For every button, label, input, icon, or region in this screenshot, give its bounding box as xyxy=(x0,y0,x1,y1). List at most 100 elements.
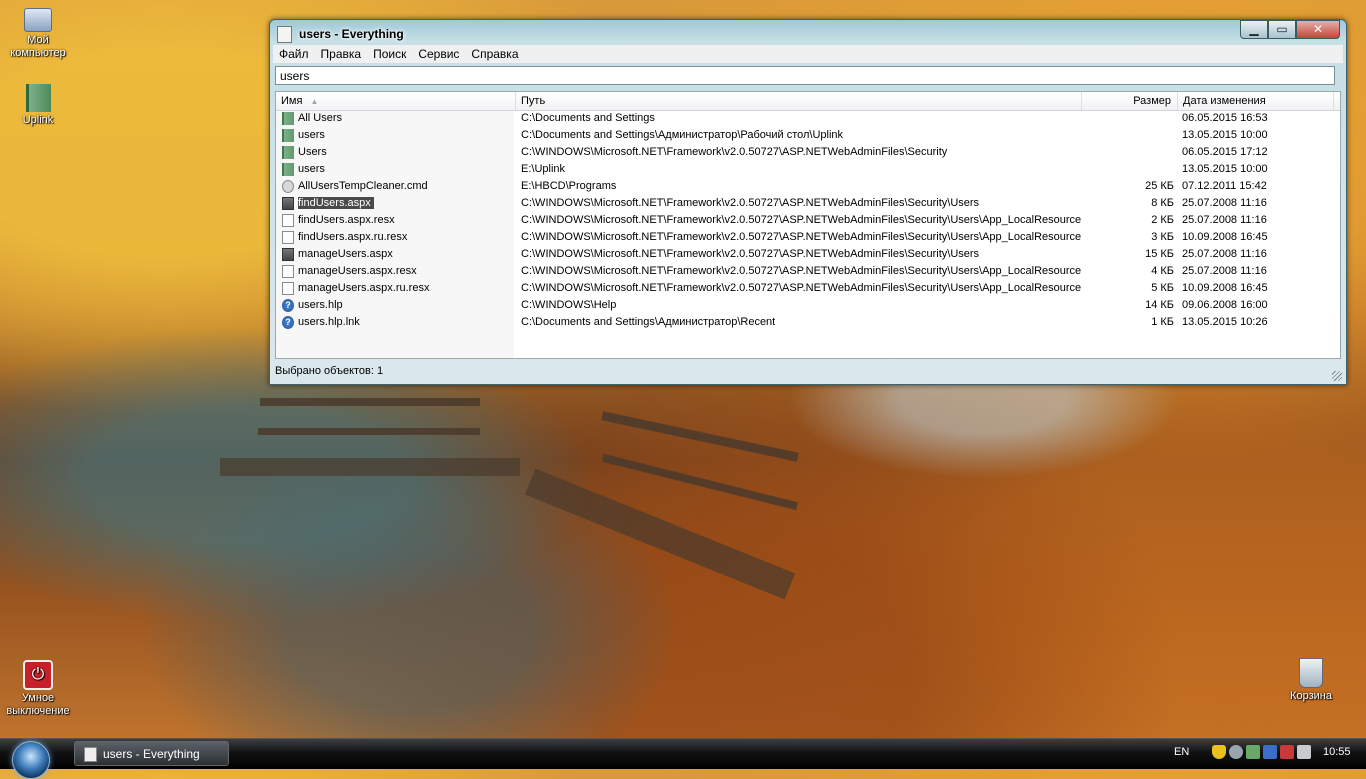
desktop-icon-my-computer[interactable]: Мой компьютер xyxy=(0,4,76,60)
cell-size-text: 25 КБ xyxy=(1145,180,1174,192)
cell-size xyxy=(1084,110,1174,127)
cell-date-text: 06.05.2015 17:12 xyxy=(1182,146,1268,158)
maximize-button[interactable]: ▭ xyxy=(1268,20,1296,39)
cell-date: 06.05.2015 16:53 xyxy=(1182,110,1332,127)
menu-file[interactable]: Файл xyxy=(273,45,315,63)
cell-date-text: 13.05.2015 10:26 xyxy=(1182,316,1268,328)
cell-size: 5 КБ xyxy=(1084,280,1174,297)
taskbar-button-everything[interactable]: users - Everything xyxy=(74,741,229,766)
cell-name-text: users.hlp xyxy=(298,299,343,311)
cell-size-text: 14 КБ xyxy=(1145,299,1174,311)
cell-size-text: 8 КБ xyxy=(1151,197,1174,209)
network-icon[interactable] xyxy=(1246,745,1260,759)
menu-help[interactable]: Справка xyxy=(465,45,524,63)
table-row[interactable]: manageUsers.aspx C:\WINDOWS\Microsoft.NET… xyxy=(276,246,1340,263)
gear-file-icon xyxy=(282,180,294,193)
document-icon xyxy=(282,231,294,244)
cell-name-text: findUsers.aspx xyxy=(298,197,374,209)
cell-path-text: E:\HBCD\Programs xyxy=(521,180,617,192)
column-header-date[interactable]: Дата изменения xyxy=(1178,92,1334,110)
resize-grip-icon[interactable] xyxy=(1332,371,1342,381)
cell-date: 06.05.2015 17:12 xyxy=(1182,144,1332,161)
menu-tools[interactable]: Сервис xyxy=(412,45,465,63)
folder-icon xyxy=(282,146,294,159)
cell-path: C:\WINDOWS\Microsoft.NET\Framework\v2.0.… xyxy=(521,229,1081,246)
desktop-icon-label: Корзина xyxy=(1290,690,1332,702)
cell-name: findUsers.aspx.ru.resx xyxy=(298,229,514,246)
cell-name: AllUsersTempCleaner.cmd xyxy=(298,178,514,195)
cell-size: 1 КБ xyxy=(1084,314,1174,331)
cell-name: findUsers.aspx xyxy=(298,195,514,212)
cell-path: C:\WINDOWS\Microsoft.NET\Framework\v2.0.… xyxy=(521,246,1081,263)
cell-size-text: 5 КБ xyxy=(1151,282,1174,294)
column-header-name[interactable]: Имя ▲ xyxy=(276,92,516,110)
security-shield-icon[interactable] xyxy=(1212,745,1226,759)
column-header-size[interactable]: Размер xyxy=(1082,92,1178,110)
table-row[interactable]: manageUsers.aspx.resx C:\WINDOWS\Microsof… xyxy=(276,263,1340,280)
cell-name-text: Users xyxy=(298,146,327,158)
table-row[interactable]: findUsers.aspx C:\WINDOWS\Microsoft.NET\F… xyxy=(276,195,1340,212)
cell-name: manageUsers.aspx xyxy=(298,246,514,263)
cell-date-text: 06.05.2015 16:53 xyxy=(1182,112,1268,124)
desktop-icon-label: Умное выключение xyxy=(6,692,70,717)
cell-name-text: users xyxy=(298,129,325,141)
cell-path-text: C:\WINDOWS\Microsoft.NET\Framework\v2.0.… xyxy=(521,146,948,158)
cell-date-text: 25.07.2008 11:16 xyxy=(1182,197,1267,209)
search-input[interactable]: users xyxy=(275,66,1335,85)
column-header-path[interactable]: Путь xyxy=(516,92,1082,110)
menu-search[interactable]: Поиск xyxy=(367,45,412,63)
cell-path: C:\WINDOWS\Microsoft.NET\Framework\v2.0.… xyxy=(521,263,1081,280)
table-row[interactable]: users E:\Uplink 13.05.2015 10:00 xyxy=(276,161,1340,178)
close-button[interactable]: ✕ xyxy=(1296,20,1340,39)
settings-icon[interactable] xyxy=(1229,745,1243,759)
app-icon xyxy=(277,26,292,43)
desktop-icon-uplink[interactable]: Uplink xyxy=(0,84,76,127)
table-row[interactable]: ? users.hlp.lnk C:\Documents and Settings\… xyxy=(276,314,1340,331)
start-button[interactable] xyxy=(12,741,50,779)
results-list[interactable]: Имя ▲ Путь Размер Дата изменения All User… xyxy=(275,91,1341,359)
everything-window[interactable]: users - Everything ▁ ▭ ✕ Файл Правка Пои… xyxy=(269,19,1347,385)
folder-icon xyxy=(282,112,294,125)
desktop-icon-label: Мой компьютер xyxy=(10,34,66,59)
table-row[interactable]: users C:\Documents and Settings\Администр… xyxy=(276,127,1340,144)
column-header-date-label: Дата изменения xyxy=(1183,95,1266,107)
cell-path: E:\HBCD\Programs xyxy=(521,178,1081,195)
wallpaper-bridge-deck xyxy=(524,468,796,600)
minimize-button[interactable]: ▁ xyxy=(1240,20,1268,39)
desktop-icon-smart-shutdown[interactable]: ⏻ Умное выключение xyxy=(0,660,76,718)
table-row[interactable]: findUsers.aspx.resx C:\WINDOWS\Microsoft.… xyxy=(276,212,1340,229)
table-row[interactable]: All Users C:\Documents and Settings 06.05.… xyxy=(276,110,1340,127)
display-icon[interactable] xyxy=(1263,745,1277,759)
computer-icon xyxy=(24,8,52,32)
language-indicator[interactable]: EN xyxy=(1174,746,1189,758)
cell-date-text: 07.12.2011 15:42 xyxy=(1182,180,1267,192)
cell-path: E:\Uplink xyxy=(521,161,1081,178)
volume-icon[interactable] xyxy=(1297,745,1311,759)
alert-icon[interactable] xyxy=(1280,745,1294,759)
menu-edit[interactable]: Правка xyxy=(315,45,368,63)
folder-icon xyxy=(25,84,51,112)
system-tray xyxy=(1212,745,1311,759)
cell-name: Users xyxy=(298,144,514,161)
title-bar[interactable]: users - Everything ▁ ▭ ✕ xyxy=(270,20,1346,46)
cell-path: C:\WINDOWS\Help xyxy=(521,297,1081,314)
cell-path-text: C:\WINDOWS\Help xyxy=(521,299,617,311)
clock[interactable]: 10:55 xyxy=(1323,746,1351,758)
cell-path-text: C:\Documents and Settings\Администратор\… xyxy=(521,129,844,141)
table-row[interactable]: manageUsers.aspx.ru.resx C:\WINDOWS\Micro… xyxy=(276,280,1340,297)
cell-name-text: All Users xyxy=(298,112,343,124)
cell-name-text: AllUsersTempCleaner.cmd xyxy=(298,180,428,192)
cell-name-text: manageUsers.aspx.ru.resx xyxy=(298,282,430,294)
cell-date-text: 25.07.2008 11:16 xyxy=(1182,248,1267,260)
table-row[interactable]: ? users.hlp C:\WINDOWS\Help 14 КБ 09.06.2008… xyxy=(276,297,1340,314)
desktop-icon-recycle-bin[interactable]: Корзина xyxy=(1273,658,1349,703)
cell-size-text: 3 КБ xyxy=(1151,231,1174,243)
folder-icon xyxy=(282,129,294,142)
cell-path: C:\Documents and Settings\Администратор\… xyxy=(521,127,1081,144)
table-row[interactable]: AllUsersTempCleaner.cmd E:\HBCD\Programs 2… xyxy=(276,178,1340,195)
table-row[interactable]: findUsers.aspx.ru.resx C:\WINDOWS\Microso… xyxy=(276,229,1340,246)
cell-name-text: manageUsers.aspx.resx xyxy=(298,265,417,277)
status-text: Выбрано объектов: 1 xyxy=(275,365,384,377)
table-row[interactable]: Users C:\WINDOWS\Microsoft.NET\Framework\… xyxy=(276,144,1340,161)
wallpaper-bridge-rail xyxy=(602,453,798,511)
